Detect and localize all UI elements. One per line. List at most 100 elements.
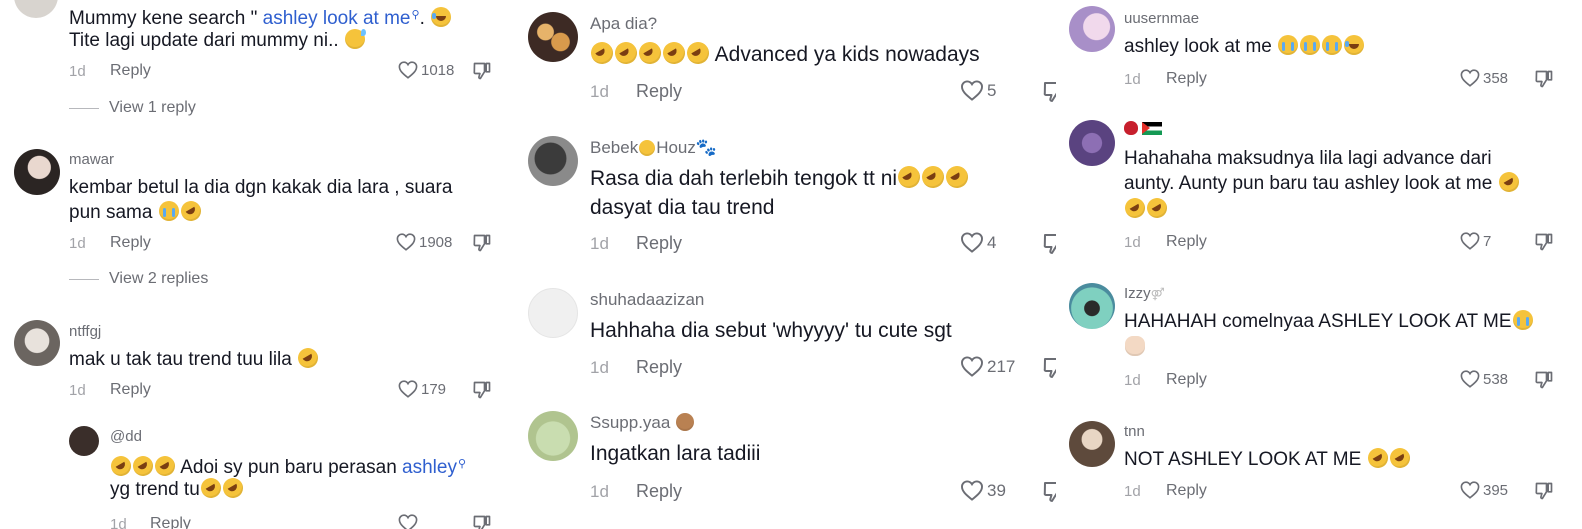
loudly-crying-emoji bbox=[158, 201, 179, 221]
rofl-emoji bbox=[1385, 444, 1414, 472]
comment-date: 1d bbox=[69, 235, 86, 252]
heart-outline-icon bbox=[960, 232, 984, 253]
reply-button[interactable]: Reply bbox=[636, 481, 682, 502]
like-button[interactable]: 1908 bbox=[396, 233, 452, 251]
dislike-button[interactable] bbox=[1042, 480, 1056, 509]
reply-button[interactable]: Reply bbox=[1166, 482, 1207, 500]
reply-button[interactable]: Reply bbox=[1166, 70, 1207, 88]
reply-button[interactable]: Reply bbox=[636, 233, 682, 254]
reply-button[interactable]: Reply bbox=[150, 515, 191, 529]
username[interactable] bbox=[1124, 121, 1163, 138]
reply-button[interactable]: Reply bbox=[636, 81, 682, 102]
reply-button[interactable]: Reply bbox=[110, 234, 151, 252]
comment-date: 1d bbox=[590, 482, 609, 501]
comment-meta: 1d Reply 39 bbox=[512, 480, 1056, 502]
comment-meta: 1d Reply 358 bbox=[1056, 69, 1582, 91]
avatar[interactable] bbox=[528, 411, 578, 461]
like-button[interactable]: 4 bbox=[960, 232, 996, 253]
dislike-button[interactable] bbox=[1534, 232, 1554, 257]
comment-column-2: Apa dia? Advanced ya kids nowadays 1d Re… bbox=[512, 0, 1056, 529]
username[interactable]: mawar bbox=[69, 151, 114, 168]
avatar[interactable] bbox=[1069, 421, 1115, 467]
dislike-icon bbox=[1042, 232, 1056, 256]
raised-hand-emoji bbox=[1125, 336, 1145, 356]
username[interactable]: @dd bbox=[110, 428, 142, 445]
avatar[interactable] bbox=[528, 136, 578, 186]
dislike-button[interactable] bbox=[1534, 481, 1554, 506]
comment-text: Ingatkan lara tadiii bbox=[590, 442, 761, 465]
username[interactable]: shuhadaazizan bbox=[590, 290, 704, 310]
comment-text-line2: pun sama bbox=[69, 197, 205, 225]
reply-button[interactable]: Reply bbox=[1166, 371, 1207, 389]
like-button[interactable]: 39 bbox=[960, 480, 1006, 501]
comment-text: HAHAHAH comelnyaa ASHLEY LOOK AT ME bbox=[1124, 309, 1534, 334]
search-mini-icon: ⚲ bbox=[457, 458, 467, 470]
like-count: 7 bbox=[1483, 232, 1492, 250]
like-button[interactable]: 395 bbox=[1460, 481, 1508, 499]
heart-outline-icon bbox=[1460, 69, 1480, 87]
like-button[interactable] bbox=[398, 514, 418, 529]
rofl-emoji bbox=[197, 474, 225, 502]
divider-line bbox=[69, 278, 99, 280]
dislike-icon bbox=[472, 514, 492, 529]
like-button[interactable]: 217 bbox=[960, 356, 1015, 377]
reply-button[interactable]: Reply bbox=[110, 62, 151, 80]
dislike-icon bbox=[1042, 480, 1056, 504]
gender-symbol-icon: ⚤ bbox=[1150, 287, 1165, 301]
comment-text: Adoi sy pun baru perasan ashley⚲ bbox=[107, 452, 467, 480]
dislike-button[interactable] bbox=[472, 61, 492, 86]
reply-button[interactable]: Reply bbox=[1166, 233, 1207, 251]
username[interactable]: tnn bbox=[1124, 423, 1145, 440]
rofl-emoji bbox=[1494, 168, 1523, 196]
reply-button[interactable]: Reply bbox=[110, 381, 151, 399]
heart-outline-icon bbox=[1460, 370, 1480, 388]
dislike-button[interactable] bbox=[472, 514, 492, 529]
username[interactable]: Bebek Houz🐾 bbox=[590, 138, 717, 158]
avatar[interactable] bbox=[69, 426, 99, 456]
avatar[interactable] bbox=[528, 288, 578, 338]
like-button[interactable]: 7 bbox=[1460, 232, 1491, 250]
avatar[interactable] bbox=[1069, 120, 1115, 166]
username[interactable]: ntffgj bbox=[69, 323, 101, 340]
comment-text: Hahhaha dia sebut 'whyyyy' tu cute sgt bbox=[590, 319, 952, 342]
comment-text-line2 bbox=[1124, 335, 1146, 360]
dislike-button[interactable] bbox=[472, 233, 492, 258]
like-button[interactable]: 358 bbox=[1460, 69, 1508, 87]
like-button[interactable]: 538 bbox=[1460, 370, 1508, 388]
loudly-crying-emoji bbox=[1300, 35, 1321, 55]
username[interactable]: uusernmae bbox=[1124, 10, 1199, 27]
comment-meta: 1d Reply 5 bbox=[512, 80, 1056, 102]
comment-text: kembar betul la dia dgn kakak dia lara ,… bbox=[69, 177, 453, 198]
like-count: 1908 bbox=[419, 233, 453, 251]
view-replies-button[interactable]: View 2 replies bbox=[69, 270, 208, 288]
comment-meta: 1d Reply 7 bbox=[1056, 232, 1582, 254]
like-button[interactable]: 5 bbox=[960, 80, 996, 101]
avatar[interactable] bbox=[14, 0, 58, 18]
dislike-button[interactable] bbox=[1534, 69, 1554, 94]
strawberry-emoji bbox=[1124, 121, 1138, 135]
dislike-button[interactable] bbox=[1534, 370, 1554, 395]
dislike-button[interactable] bbox=[1042, 356, 1056, 385]
heart-outline-icon bbox=[398, 380, 418, 398]
avatar[interactable] bbox=[528, 12, 578, 62]
search-link[interactable]: ashley look at me bbox=[263, 8, 411, 29]
comment-text-line2: Tite lagi update dari mummy ni.. bbox=[69, 28, 366, 53]
username[interactable]: Ssupp.yaa bbox=[590, 413, 695, 433]
dislike-button[interactable] bbox=[472, 380, 492, 405]
username[interactable]: Apa dia? bbox=[590, 14, 657, 34]
username[interactable]: Izzy⚤ bbox=[1124, 285, 1165, 302]
avatar[interactable] bbox=[1069, 283, 1115, 329]
reply-button[interactable]: Reply bbox=[636, 357, 682, 378]
dislike-button[interactable] bbox=[1042, 80, 1056, 109]
search-link[interactable]: ashley bbox=[402, 457, 457, 478]
heart-outline-icon bbox=[398, 61, 418, 79]
avatar[interactable] bbox=[14, 149, 60, 195]
avatar[interactable] bbox=[1069, 6, 1115, 52]
avatar[interactable] bbox=[14, 320, 60, 366]
view-replies-button[interactable]: View 1 reply bbox=[69, 99, 196, 117]
dislike-button[interactable] bbox=[1042, 232, 1056, 261]
like-button[interactable]: 179 bbox=[398, 380, 446, 398]
like-button[interactable]: 1018 bbox=[398, 61, 454, 79]
dislike-icon bbox=[1534, 69, 1554, 89]
dislike-icon bbox=[472, 233, 492, 253]
